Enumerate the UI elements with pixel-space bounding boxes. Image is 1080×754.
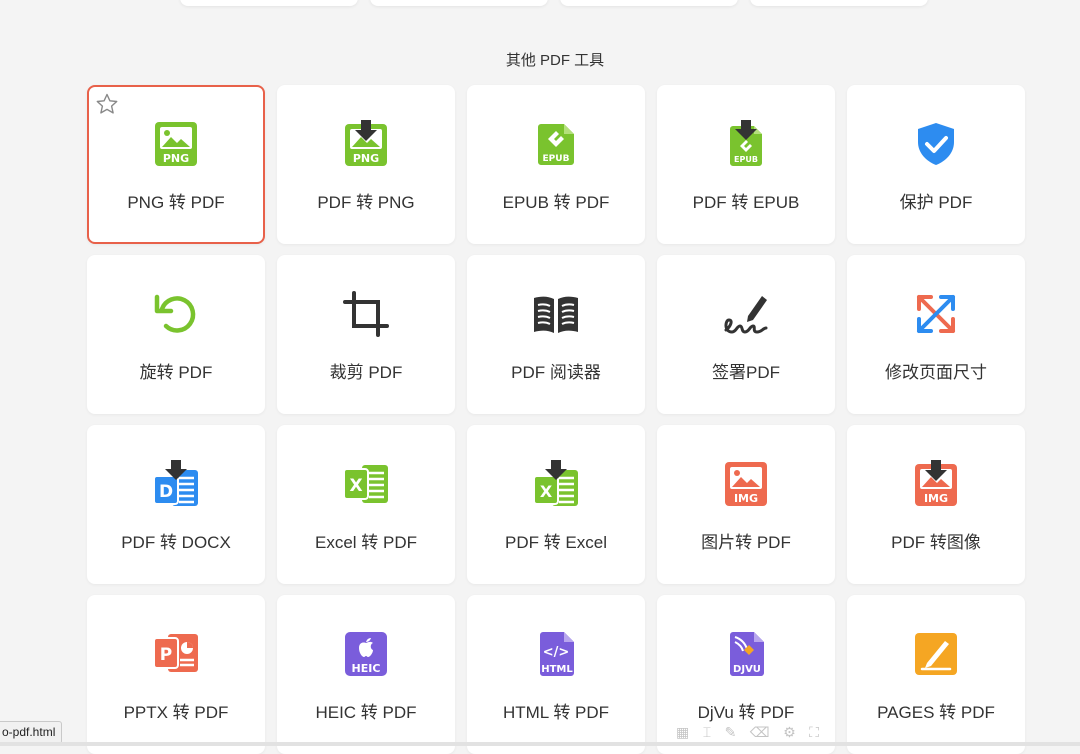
tool-label: PDF 阅读器 xyxy=(511,363,601,382)
tool-card-png-to-pdf[interactable]: PNG PNG 转 PDF xyxy=(87,85,265,244)
tool-card-protect-pdf[interactable]: 保护 PDF xyxy=(847,85,1025,244)
svg-text:HTML: HTML xyxy=(541,664,573,675)
svg-text:EPUB: EPUB xyxy=(734,155,758,164)
star-icon[interactable] xyxy=(95,92,119,116)
tool-card-image-to-pdf[interactable]: IMG 图片转 PDF xyxy=(657,425,835,584)
svg-text:IMG: IMG xyxy=(924,492,948,505)
pdf-to-image-icon: IMG xyxy=(912,460,960,508)
tool-card-pptx-to-pdf[interactable]: P PPTX 转 PDF xyxy=(87,595,265,754)
svg-text:</>: </> xyxy=(543,645,570,660)
tool-label: HTML 转 PDF xyxy=(502,703,610,722)
rotate-icon xyxy=(152,290,200,338)
tool-card-heic-to-pdf[interactable]: HEIC HEIC 转 PDF xyxy=(277,595,455,754)
svg-text:PNG: PNG xyxy=(163,152,189,165)
status-bar-url: o-pdf.html xyxy=(0,721,63,744)
tool-label: 修改页面尺寸 xyxy=(885,363,987,382)
pages-to-pdf-icon xyxy=(912,630,960,678)
tool-label: PDF 转 PNG xyxy=(317,193,415,212)
svg-text:DJVU: DJVU xyxy=(733,664,761,675)
pdf-to-excel-icon: X xyxy=(532,460,580,508)
tool-label: PDF 转图像 xyxy=(891,533,981,552)
floating-toolbar[interactable]: ▦ ⌶ ✎ ⌫ ⚙ ⛶ xyxy=(676,721,821,743)
tool-card-sign-pdf[interactable]: 签署PDF xyxy=(657,255,835,414)
tool-label: PPTX 转 PDF xyxy=(123,703,229,722)
tool-card-pdf-to-png[interactable]: PNG PDF 转 PNG xyxy=(277,85,455,244)
bottom-divider xyxy=(0,742,1080,746)
settings-icon[interactable]: ⚙ xyxy=(783,724,798,741)
tool-label: PDF 转 EPUB xyxy=(692,193,800,212)
html-to-pdf-icon: </> HTML xyxy=(532,630,580,678)
svg-text:D: D xyxy=(159,482,173,502)
tool-label: 签署PDF xyxy=(712,363,780,382)
svg-text:P: P xyxy=(160,645,172,665)
tool-label: PAGES 转 PDF xyxy=(877,703,995,722)
tool-card-pages-to-pdf[interactable]: PAGES 转 PDF xyxy=(847,595,1025,754)
erase-icon[interactable]: ⌫ xyxy=(750,724,772,741)
previous-section-card[interactable] xyxy=(560,0,738,6)
tool-card-epub-to-pdf[interactable]: EPUB EPUB 转 PDF xyxy=(467,85,645,244)
tool-label: PDF 转 Excel xyxy=(504,533,608,552)
previous-section-card[interactable] xyxy=(370,0,548,6)
tool-card-html-to-pdf[interactable]: </> HTML HTML 转 PDF xyxy=(467,595,645,754)
epub-to-pdf-icon: EPUB xyxy=(532,120,580,168)
excel-to-pdf-icon: X xyxy=(342,460,390,508)
pdf-to-png-icon: PNG xyxy=(342,120,390,168)
tool-label: HEIC 转 PDF xyxy=(315,703,417,722)
tool-label: 图片转 PDF xyxy=(701,533,791,552)
image-to-pdf-icon: IMG xyxy=(722,460,770,508)
text-icon[interactable]: ⌶ xyxy=(703,724,713,741)
tool-label: Excel 转 PDF xyxy=(314,533,418,552)
tool-label: 保护 PDF xyxy=(899,193,973,212)
svg-text:X: X xyxy=(349,476,362,496)
section-title: 其他 PDF 工具 xyxy=(505,52,605,69)
grid-icon[interactable]: ▦ xyxy=(676,724,691,741)
djvu-to-pdf-icon: DJVU xyxy=(722,630,770,678)
pdf-to-epub-icon: EPUB xyxy=(722,120,770,168)
signature-icon xyxy=(722,290,770,338)
tool-card-excel-to-pdf[interactable]: X Excel 转 PDF xyxy=(277,425,455,584)
tool-label: 旋转 PDF xyxy=(139,363,213,382)
tool-label: DjVu 转 PDF xyxy=(697,703,795,722)
tool-card-pdf-to-epub[interactable]: EPUB PDF 转 EPUB xyxy=(657,85,835,244)
tool-card-pdf-to-image[interactable]: IMG PDF 转图像 xyxy=(847,425,1025,584)
tool-label: PNG 转 PDF xyxy=(127,193,225,212)
previous-section-card[interactable] xyxy=(750,0,928,6)
tool-label: PDF 转 DOCX xyxy=(121,533,231,552)
pptx-to-pdf-icon: P xyxy=(152,630,200,678)
shield-icon xyxy=(912,120,960,168)
svg-text:PNG: PNG xyxy=(353,152,379,165)
tool-label: 裁剪 PDF xyxy=(329,363,403,382)
book-icon xyxy=(532,290,580,338)
expand-icon[interactable]: ⛶ xyxy=(809,724,821,741)
crop-icon xyxy=(342,290,390,338)
png-to-pdf-icon: PNG xyxy=(152,120,200,168)
svg-text:HEIC: HEIC xyxy=(352,662,381,675)
tool-card-rotate-pdf[interactable]: 旋转 PDF xyxy=(87,255,265,414)
svg-text:EPUB: EPUB xyxy=(543,154,570,164)
pdf-to-docx-icon: D xyxy=(152,460,200,508)
svg-text:IMG: IMG xyxy=(734,492,758,505)
tool-card-pdf-to-excel[interactable]: X PDF 转 Excel xyxy=(467,425,645,584)
resize-icon xyxy=(912,290,960,338)
tool-card-pdf-reader[interactable]: PDF 阅读器 xyxy=(467,255,645,414)
tool-label: EPUB 转 PDF xyxy=(502,193,610,212)
tool-card-resize-page[interactable]: 修改页面尺寸 xyxy=(847,255,1025,414)
draw-icon[interactable]: ✎ xyxy=(725,724,739,741)
svg-text:X: X xyxy=(540,482,553,501)
tool-card-pdf-to-docx[interactable]: D PDF 转 DOCX xyxy=(87,425,265,584)
tool-card-crop-pdf[interactable]: 裁剪 PDF xyxy=(277,255,455,414)
tools-grid: PNG PNG 转 PDF PNG PDF 转 PNG EPUB EPUB 转 … xyxy=(87,85,1025,754)
previous-section-card[interactable] xyxy=(180,0,358,6)
heic-to-pdf-icon: HEIC xyxy=(342,630,390,678)
